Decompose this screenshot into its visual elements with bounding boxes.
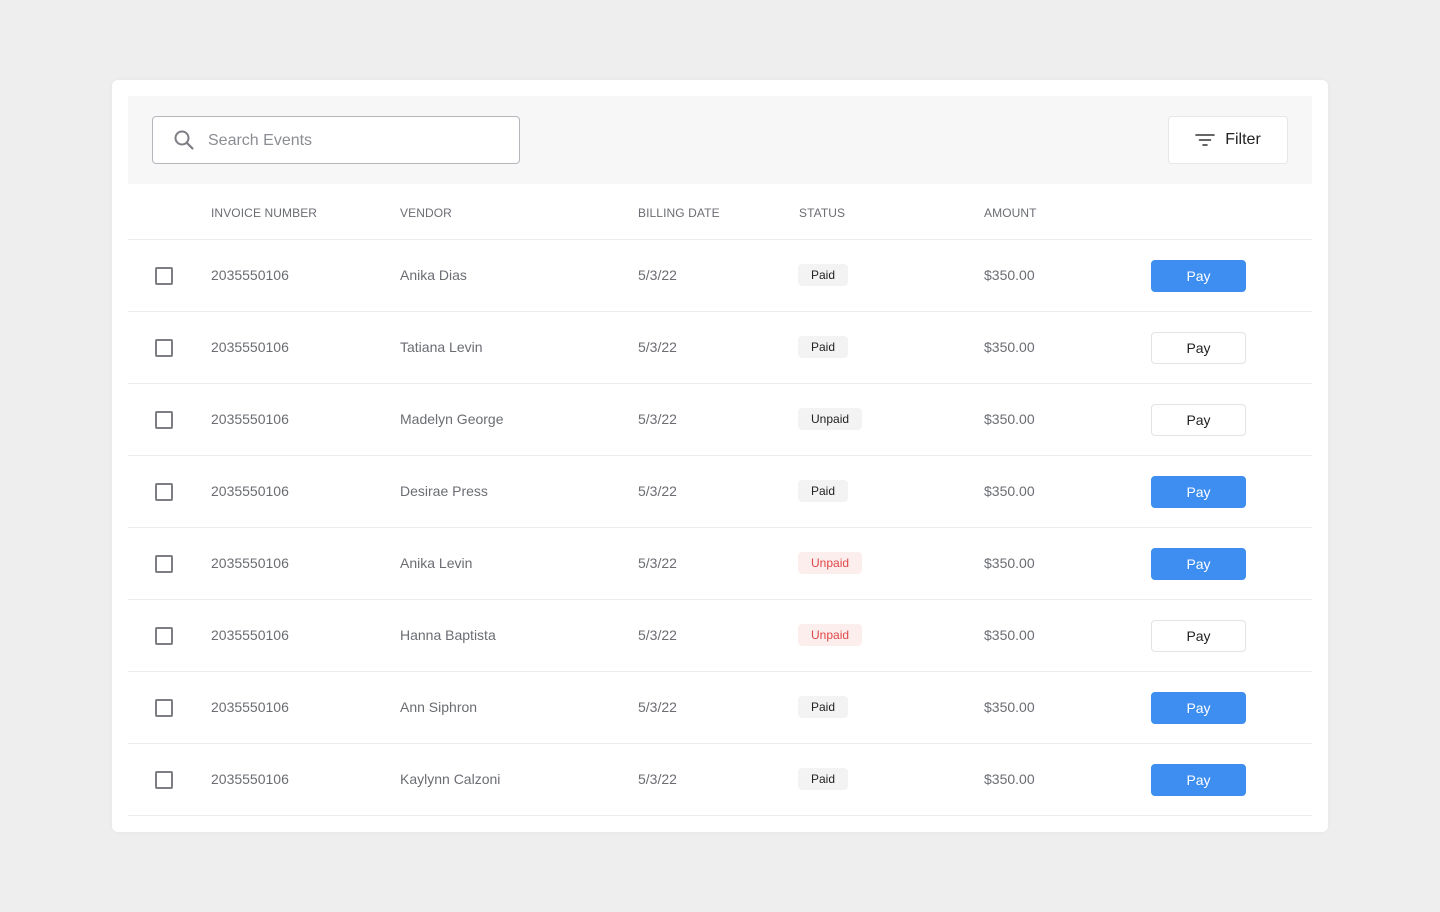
col-amount[interactable]: AMOUNT bbox=[984, 206, 1037, 220]
table-row: 2035550106 Ann Siphron 5/3/22 Paid $350.… bbox=[128, 672, 1312, 744]
pay-button[interactable]: Pay bbox=[1151, 620, 1246, 652]
table-row: 2035550106 Desirae Press 5/3/22 Paid $35… bbox=[128, 456, 1312, 528]
filter-icon bbox=[1195, 134, 1216, 146]
row-checkbox[interactable] bbox=[155, 699, 173, 717]
pay-button[interactable]: Pay bbox=[1151, 260, 1246, 292]
billing-date: 5/3/22 bbox=[638, 411, 677, 427]
col-status[interactable]: STATUS bbox=[799, 206, 845, 220]
table-row: 2035550106 Anika Levin 5/3/22 Unpaid $35… bbox=[128, 528, 1312, 600]
amount: $350.00 bbox=[984, 339, 1035, 355]
table-row: 2035550106 Kaylynn Calzoni 5/3/22 Paid $… bbox=[128, 744, 1312, 816]
vendor-name: Anika Levin bbox=[400, 555, 473, 571]
search-input[interactable] bbox=[208, 129, 498, 153]
invoice-number: 2035550106 bbox=[211, 627, 289, 643]
row-checkbox[interactable] bbox=[155, 411, 173, 429]
pay-button[interactable]: Pay bbox=[1151, 404, 1246, 436]
row-checkbox[interactable] bbox=[155, 627, 173, 645]
search-icon bbox=[174, 130, 194, 150]
col-vendor[interactable]: VENDOR bbox=[400, 206, 452, 220]
vendor-name: Ann Siphron bbox=[400, 699, 478, 715]
vendor-name: Madelyn George bbox=[400, 411, 504, 427]
invoice-number: 2035550106 bbox=[211, 411, 289, 427]
invoice-number: 2035550106 bbox=[211, 771, 289, 787]
billing-date: 5/3/22 bbox=[638, 339, 677, 355]
status-badge: Paid bbox=[798, 768, 849, 790]
status-badge: Paid bbox=[798, 264, 849, 286]
billing-date: 5/3/22 bbox=[638, 699, 677, 715]
row-checkbox[interactable] bbox=[155, 339, 173, 357]
row-checkbox[interactable] bbox=[155, 483, 173, 501]
amount: $350.00 bbox=[984, 555, 1035, 571]
status-badge: Paid bbox=[798, 696, 849, 718]
invoice-number: 2035550106 bbox=[211, 339, 289, 355]
status-badge: Unpaid bbox=[798, 408, 863, 430]
amount: $350.00 bbox=[984, 267, 1035, 283]
amount: $350.00 bbox=[984, 411, 1035, 427]
search-box[interactable] bbox=[152, 116, 520, 164]
row-checkbox[interactable] bbox=[155, 771, 173, 789]
col-billing-date[interactable]: BILLING DATE bbox=[638, 206, 720, 220]
vendor-name: Tatiana Levin bbox=[400, 339, 483, 355]
vendor-name: Desirae Press bbox=[400, 483, 488, 499]
pay-button[interactable]: Pay bbox=[1151, 692, 1246, 724]
vendor-name: Kaylynn Calzoni bbox=[400, 771, 501, 787]
table-row: 2035550106 Tatiana Levin 5/3/22 Paid $35… bbox=[128, 312, 1312, 384]
row-checkbox[interactable] bbox=[155, 555, 173, 573]
amount: $350.00 bbox=[984, 699, 1035, 715]
table-row: 2035550106 Madelyn George 5/3/22 Unpaid … bbox=[128, 384, 1312, 456]
table-toolbar: Filter bbox=[128, 96, 1312, 184]
status-badge: Unpaid bbox=[798, 624, 863, 646]
pay-button[interactable]: Pay bbox=[1151, 332, 1246, 364]
invoice-number: 2035550106 bbox=[211, 483, 289, 499]
filter-button[interactable]: Filter bbox=[1168, 116, 1288, 164]
status-badge: Paid bbox=[798, 480, 849, 502]
invoice-number: 2035550106 bbox=[211, 699, 289, 715]
invoices-card: Filter INVOICE NUMBER VENDOR BILLING DAT… bbox=[112, 80, 1328, 832]
pay-button[interactable]: Pay bbox=[1151, 476, 1246, 508]
amount: $350.00 bbox=[984, 771, 1035, 787]
billing-date: 5/3/22 bbox=[638, 555, 677, 571]
invoice-number: 2035550106 bbox=[211, 267, 289, 283]
billing-date: 5/3/22 bbox=[638, 771, 677, 787]
row-checkbox[interactable] bbox=[155, 267, 173, 285]
status-badge: Paid bbox=[798, 336, 849, 358]
table-header: INVOICE NUMBER VENDOR BILLING DATE STATU… bbox=[128, 184, 1312, 240]
vendor-name: Anika Dias bbox=[400, 267, 467, 283]
invoice-number: 2035550106 bbox=[211, 555, 289, 571]
filter-label: Filter bbox=[1225, 131, 1261, 148]
col-invoice-number[interactable]: INVOICE NUMBER bbox=[211, 206, 317, 220]
amount: $350.00 bbox=[984, 627, 1035, 643]
pay-button[interactable]: Pay bbox=[1151, 764, 1246, 796]
vendor-name: Hanna Baptista bbox=[400, 627, 496, 643]
amount: $350.00 bbox=[984, 483, 1035, 499]
billing-date: 5/3/22 bbox=[638, 483, 677, 499]
table-row: 2035550106 Anika Dias 5/3/22 Paid $350.0… bbox=[128, 240, 1312, 312]
billing-date: 5/3/22 bbox=[638, 267, 677, 283]
status-badge: Unpaid bbox=[798, 552, 863, 574]
pay-button[interactable]: Pay bbox=[1151, 548, 1246, 580]
billing-date: 5/3/22 bbox=[638, 627, 677, 643]
table-row: 2035550106 Hanna Baptista 5/3/22 Unpaid … bbox=[128, 600, 1312, 672]
